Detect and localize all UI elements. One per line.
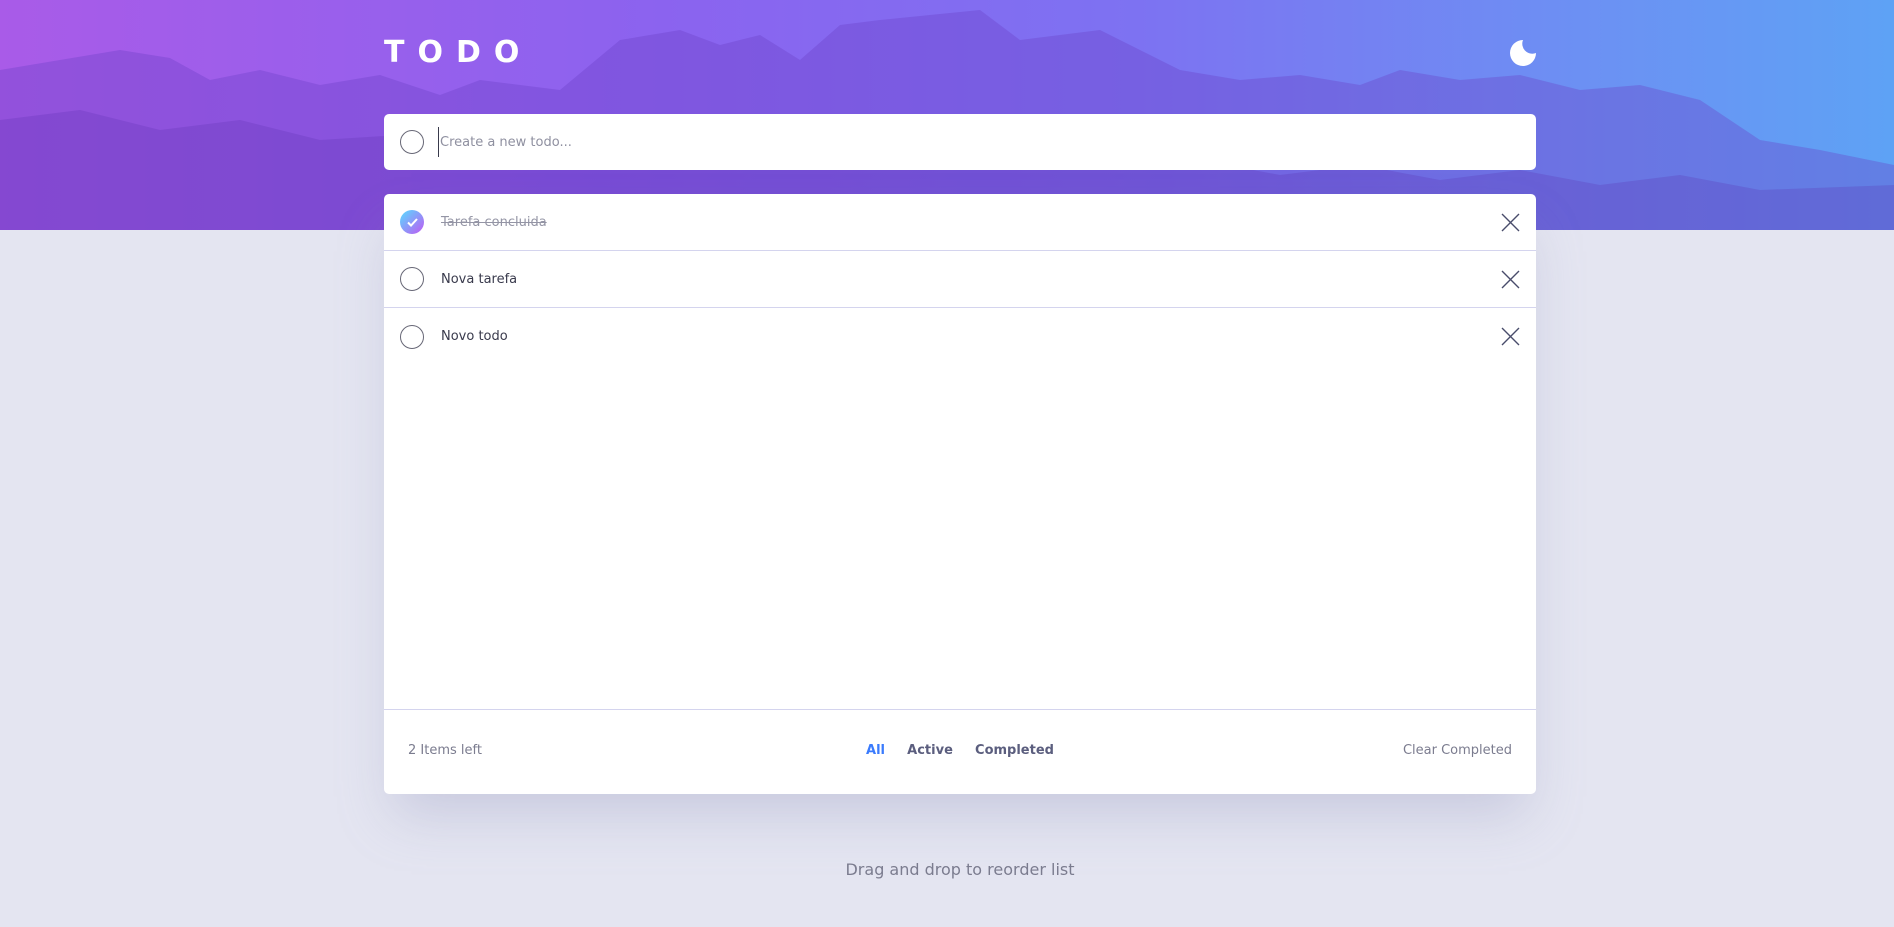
new-todo-circle[interactable]	[400, 130, 424, 154]
moon-icon[interactable]	[1510, 40, 1536, 66]
new-todo-bar	[384, 114, 1536, 170]
todo-item[interactable]: Tarefa concluida	[384, 194, 1536, 251]
app-title: TODO	[384, 35, 533, 70]
filter-group: All Active Completed	[384, 743, 1536, 758]
check-circle[interactable]	[400, 267, 424, 291]
close-icon[interactable]	[1501, 213, 1520, 232]
filter-all[interactable]: All	[866, 743, 885, 758]
todo-text: Tarefa concluida	[441, 214, 547, 230]
reorder-hint: Drag and drop to reorder list	[845, 860, 1075, 879]
clear-completed-button[interactable]: Clear Completed	[1403, 743, 1512, 758]
filter-completed[interactable]: Completed	[975, 743, 1054, 758]
todo-text: Nova tarefa	[441, 271, 518, 287]
todo-item[interactable]: Nova tarefa	[384, 251, 1536, 308]
check-circle[interactable]	[400, 324, 424, 349]
close-icon[interactable]	[1501, 270, 1520, 289]
todo-text: Novo todo	[441, 329, 508, 344]
check-icon[interactable]	[400, 210, 424, 234]
close-icon[interactable]	[1501, 327, 1520, 346]
todo-item[interactable]: Novo todo	[384, 308, 1536, 365]
list-footer: 2 Items left All Active Completed Clear …	[384, 709, 1536, 794]
new-todo-input[interactable]	[438, 127, 1518, 157]
todo-list: Tarefa concluida Nova tarefa Novo todo 2…	[384, 194, 1536, 794]
filter-active[interactable]: Active	[907, 743, 953, 758]
header: TODO	[384, 36, 1536, 76]
